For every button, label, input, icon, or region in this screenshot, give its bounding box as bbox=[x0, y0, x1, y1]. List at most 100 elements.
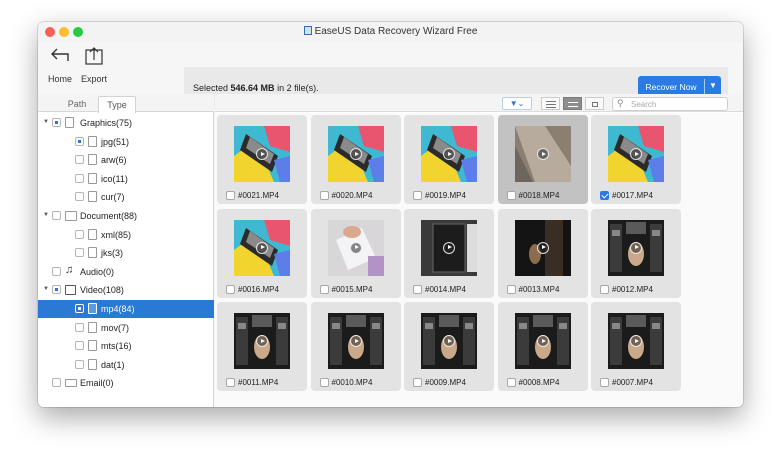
list-view-button[interactable] bbox=[541, 97, 560, 110]
tree-checkbox[interactable] bbox=[75, 248, 84, 258]
search-box[interactable]: ⚲ bbox=[612, 97, 728, 111]
file-checkbox[interactable] bbox=[413, 191, 422, 200]
tree-checkbox[interactable] bbox=[52, 211, 61, 220]
disclosure-arrow-icon[interactable]: ▼ bbox=[43, 119, 49, 125]
filter-button[interactable]: ▼⌄ bbox=[502, 97, 532, 110]
play-icon[interactable] bbox=[256, 241, 268, 254]
tree-item-video[interactable]: ▼ Video(108) bbox=[38, 281, 214, 299]
file-checkbox[interactable] bbox=[506, 284, 516, 294]
play-icon[interactable] bbox=[256, 148, 268, 160]
tree-checkbox[interactable] bbox=[52, 118, 61, 127]
play-icon[interactable] bbox=[443, 335, 455, 347]
document-icon bbox=[65, 211, 77, 221]
tree-item-jks[interactable]: jks(3) bbox=[38, 244, 214, 262]
tree-checkbox[interactable] bbox=[52, 266, 61, 276]
tree-checkbox[interactable] bbox=[75, 341, 84, 351]
play-icon[interactable] bbox=[630, 148, 642, 160]
play-icon[interactable] bbox=[349, 241, 362, 254]
file-thumbnail[interactable]: #0018.MP4 bbox=[497, 115, 588, 204]
tree-checkbox[interactable] bbox=[75, 173, 84, 183]
file-grid: #0021.MP4 #0020.MP4 #0019.MP4 #0018.MP4 #001… bbox=[215, 113, 743, 407]
tree-checkbox[interactable] bbox=[52, 378, 61, 388]
play-icon[interactable] bbox=[443, 241, 455, 254]
tree-checkbox[interactable] bbox=[75, 359, 84, 369]
file-thumbnail[interactable]: #0014.MP4 bbox=[404, 208, 494, 298]
file-thumbnail[interactable]: #0008.MP4 bbox=[497, 302, 588, 391]
tree-item-jpg[interactable]: jpg(51) bbox=[38, 133, 214, 151]
tree-checkbox[interactable] bbox=[75, 136, 84, 146]
tree-item-dat[interactable]: dat(1) bbox=[38, 356, 214, 374]
disclosure-arrow-icon[interactable]: ▼ bbox=[43, 212, 49, 218]
file-thumbnail[interactable]: #0015.MP4 bbox=[310, 208, 401, 298]
play-icon[interactable] bbox=[536, 335, 549, 347]
tab-type[interactable]: Type bbox=[98, 96, 136, 113]
video-preview bbox=[327, 313, 384, 369]
file-thumbnail[interactable]: #0019.MP4 bbox=[404, 115, 494, 204]
tree-checkbox[interactable] bbox=[75, 304, 84, 313]
play-icon[interactable] bbox=[536, 148, 549, 160]
export-button[interactable]: Export bbox=[74, 47, 114, 84]
chevron-down-icon[interactable]: ▼ bbox=[709, 81, 717, 90]
tree-item-xml[interactable]: xml(85) bbox=[38, 226, 214, 244]
file-thumbnail[interactable]: #0017.MP4 bbox=[591, 115, 681, 204]
tree-item-graphics[interactable]: ▼ Graphics(75) bbox=[38, 114, 214, 132]
tree-checkbox[interactable] bbox=[75, 229, 84, 239]
play-icon[interactable] bbox=[443, 148, 455, 160]
cover-flow-view-button[interactable] bbox=[585, 97, 604, 110]
file-checkbox[interactable] bbox=[600, 191, 609, 200]
play-icon[interactable] bbox=[349, 335, 362, 347]
file-checkbox[interactable] bbox=[413, 284, 422, 294]
video-preview bbox=[327, 219, 384, 276]
video-preview bbox=[608, 313, 664, 369]
video-preview bbox=[234, 313, 290, 369]
file-checkbox[interactable] bbox=[413, 378, 422, 387]
play-icon[interactable] bbox=[256, 335, 268, 347]
file-thumbnail[interactable]: #0010.MP4 bbox=[310, 302, 401, 391]
tree-checkbox[interactable] bbox=[75, 322, 84, 332]
file-thumbnail[interactable]: #0021.MP4 bbox=[217, 115, 307, 204]
title-bar: EaseUS Data Recovery Wizard Free bbox=[38, 22, 743, 42]
file-thumbnail[interactable]: #0011.MP4 bbox=[217, 302, 307, 391]
tree-item-audio[interactable]: ♫ Audio(0) bbox=[38, 263, 214, 281]
tree-item-mov[interactable]: mov(7) bbox=[38, 319, 214, 337]
file-checkbox[interactable] bbox=[319, 378, 329, 387]
file-name: #0016.MP4 bbox=[238, 284, 279, 294]
tab-path[interactable]: Path bbox=[60, 96, 94, 113]
file-thumbnail[interactable]: #0013.MP4 bbox=[497, 208, 588, 298]
tree-checkbox[interactable] bbox=[75, 192, 84, 202]
grid-view-button[interactable] bbox=[563, 97, 582, 110]
play-icon[interactable] bbox=[630, 335, 642, 347]
tree-item-email[interactable]: Email(0) bbox=[38, 374, 214, 392]
file-checkbox[interactable] bbox=[600, 284, 609, 294]
search-input[interactable] bbox=[631, 99, 723, 110]
play-icon[interactable] bbox=[349, 148, 362, 160]
tree-item-cur[interactable]: cur(7) bbox=[38, 188, 214, 206]
tree-item-document[interactable]: ▼ Document(88) bbox=[38, 207, 214, 225]
file-checkbox[interactable] bbox=[319, 191, 329, 200]
tree-checkbox[interactable] bbox=[75, 155, 84, 165]
file-browser: ▼⌄ ⚲ #0021.MP4 #0020.MP4 #0019.MP4 #0018.MP… bbox=[215, 94, 743, 407]
tree-checkbox[interactable] bbox=[52, 285, 61, 295]
file-checkbox[interactable] bbox=[506, 378, 516, 387]
play-icon[interactable] bbox=[536, 241, 549, 254]
file-checkbox[interactable] bbox=[600, 378, 609, 387]
tree-item-ico[interactable]: ico(11) bbox=[38, 170, 214, 188]
file-checkbox[interactable] bbox=[226, 191, 235, 200]
file-checkbox[interactable] bbox=[226, 284, 235, 294]
file-thumbnail[interactable]: #0020.MP4 bbox=[310, 115, 401, 204]
file-thumbnail[interactable]: #0012.MP4 bbox=[591, 208, 681, 298]
disclosure-arrow-icon[interactable]: ▼ bbox=[43, 286, 49, 292]
file-thumbnail[interactable]: #0007.MP4 bbox=[591, 302, 681, 391]
tree-item-arw[interactable]: arw(6) bbox=[38, 151, 214, 169]
file-checkbox[interactable] bbox=[319, 284, 329, 294]
file-thumbnail[interactable]: #0016.MP4 bbox=[217, 208, 307, 298]
export-icon bbox=[85, 47, 103, 65]
file-checkbox[interactable] bbox=[506, 191, 516, 200]
tree-item-mts[interactable]: mts(16) bbox=[38, 337, 214, 355]
file-checkbox[interactable] bbox=[226, 378, 235, 387]
video-preview bbox=[514, 219, 571, 276]
play-icon[interactable] bbox=[630, 241, 642, 254]
tree-item-label: mp4(84) bbox=[101, 304, 135, 314]
file-thumbnail[interactable]: #0009.MP4 bbox=[404, 302, 494, 391]
tree-item-mp4[interactable]: mp4(84) bbox=[38, 300, 214, 318]
